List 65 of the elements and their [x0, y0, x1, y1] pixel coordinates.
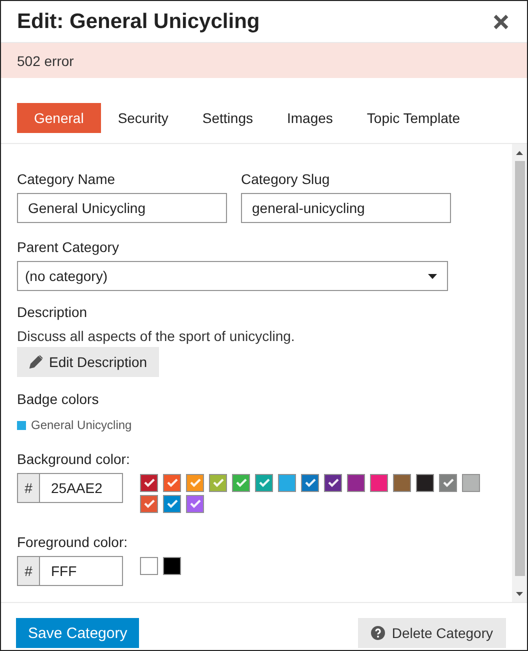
- hash-prefix: #: [17, 472, 40, 502]
- color-swatch[interactable]: [255, 474, 273, 492]
- color-swatch[interactable]: [393, 474, 411, 492]
- color-swatch[interactable]: [163, 494, 181, 512]
- field-label: Parent Category: [17, 239, 120, 255]
- save-button[interactable]: Save Category: [16, 618, 140, 648]
- check-icon: [212, 478, 224, 487]
- color-swatch[interactable]: [186, 494, 204, 512]
- caret-icon: [428, 274, 437, 278]
- check-icon: [442, 478, 454, 487]
- edit-description-button[interactable]: Edit Description: [17, 347, 160, 377]
- field-label: Category Name: [17, 171, 116, 187]
- help-icon: [370, 626, 385, 640]
- field-label: Badge colors: [17, 391, 100, 407]
- color-hex-field[interactable]: FFF: [40, 556, 123, 586]
- scroll-down-icon[interactable]: [516, 592, 523, 596]
- modal-title: Edit: General Unicycling: [17, 10, 260, 34]
- color-swatch[interactable]: [232, 474, 250, 492]
- color-hex-field[interactable]: 25AAE2: [40, 472, 123, 502]
- field-label: Foreground color:: [17, 534, 129, 550]
- color-swatch[interactable]: [278, 474, 296, 492]
- pencil-icon: [29, 355, 43, 369]
- check-icon: [304, 478, 316, 487]
- tab[interactable]: Topic Template: [350, 103, 478, 133]
- slug-field[interactable]: general-unicycling: [241, 193, 451, 223]
- check-icon: [190, 499, 200, 508]
- parent-dropdown[interactable]: (no category): [17, 261, 448, 291]
- description-text: Discuss all aspects of the sport of unicycling.: [17, 328, 296, 344]
- color-swatch[interactable]: [209, 474, 227, 492]
- check-icon: [258, 478, 270, 487]
- color-swatch[interactable]: [163, 474, 181, 492]
- scroll-up-icon[interactable]: [516, 150, 523, 154]
- hash-prefix: #: [17, 556, 40, 586]
- color-swatch[interactable]: [416, 474, 434, 492]
- delete-button[interactable]: Delete Category: [358, 618, 506, 648]
- tab[interactable]: Images: [270, 103, 350, 133]
- color-swatch[interactable]: [370, 474, 388, 492]
- color-swatch[interactable]: [347, 474, 365, 492]
- category-name-label: General Unicycling: [31, 418, 132, 432]
- check-icon: [328, 478, 338, 487]
- color-swatch[interactable]: [140, 494, 158, 512]
- error-alert: 502 error: [1, 42, 527, 78]
- close-icon[interactable]: [493, 14, 509, 30]
- check-icon: [166, 499, 178, 508]
- check-icon: [166, 478, 178, 487]
- color-swatch[interactable]: [163, 556, 181, 574]
- color-swatch[interactable]: [140, 556, 158, 574]
- name-field[interactable]: General Unicycling: [17, 193, 227, 223]
- field-label: Category Slug: [241, 171, 331, 187]
- check-icon: [144, 499, 154, 508]
- check-icon: [236, 478, 246, 487]
- field-label: Background color:: [17, 450, 131, 466]
- scrollbar[interactable]: [512, 144, 527, 602]
- color-swatch[interactable]: [140, 474, 158, 492]
- color-swatch[interactable]: [301, 474, 319, 492]
- color-swatch[interactable]: [439, 474, 457, 492]
- check-icon: [190, 478, 200, 487]
- color-swatch[interactable]: [186, 474, 204, 492]
- tab[interactable]: General: [17, 103, 101, 133]
- tab[interactable]: Security: [100, 103, 186, 133]
- color-swatch[interactable]: [462, 474, 480, 492]
- field-label: Description: [17, 304, 88, 320]
- color-swatch[interactable]: [324, 474, 342, 492]
- check-icon: [144, 478, 154, 487]
- tab[interactable]: Settings: [185, 103, 270, 133]
